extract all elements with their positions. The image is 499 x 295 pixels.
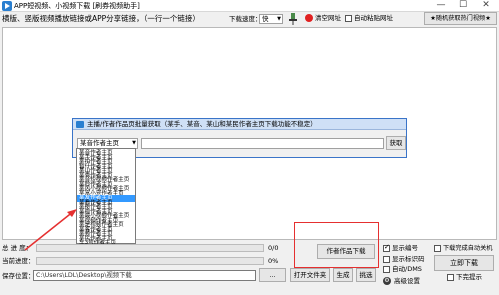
generate-button[interactable]: 生成 — [333, 268, 353, 282]
current-progress-value: 0% — [268, 257, 279, 265]
advanced-settings-link[interactable]: ⚙ 高级设置 — [383, 276, 433, 286]
minimize-button[interactable]: — — [430, 0, 452, 12]
author-platform-value: 某音作者主页 — [80, 139, 119, 147]
show-number-checkbox[interactable] — [383, 243, 390, 252]
author-url-input[interactable] — [141, 138, 384, 149]
browse-button[interactable]: … — [259, 268, 286, 282]
title-bar: APP短视频、小视频下载 [刷券视频助手] — ☐ ✕ — [0, 0, 499, 12]
gear-icon: ⚙ — [383, 277, 391, 285]
clear-label: 清空网址 — [315, 14, 341, 22]
auto-mp4-checkbox[interactable] — [383, 266, 390, 273]
speed-value: 快 — [262, 15, 269, 23]
current-progress-bar — [36, 257, 264, 265]
close-button[interactable]: ✕ — [475, 0, 497, 12]
works-download-button[interactable]: 作者作品下载 — [317, 244, 375, 259]
total-progress-bar — [36, 244, 264, 252]
auto-paste-checkbox[interactable] — [345, 15, 352, 22]
speed-select[interactable]: 快 ▼ — [259, 14, 283, 24]
dialog-title: 主播/作者作品页批量获取（某手、某音、某山和某民作者主页下载功能不稳定） — [87, 120, 317, 128]
show-number-label: 显示编号 — [392, 244, 418, 252]
save-path-input[interactable]: C:\Users\LDL\Desktop\视频下载 — [33, 270, 256, 281]
clear-links-button[interactable]: 清空网址 — [305, 13, 341, 24]
app-icon — [2, 1, 12, 11]
finish-hint-label: 下完提示 — [456, 273, 482, 281]
finish-hint-checkbox[interactable] — [447, 274, 454, 281]
dialog-icon — [76, 121, 84, 128]
chevron-down-icon: ▼ — [132, 140, 136, 146]
total-progress-value: 0/0 — [268, 244, 279, 252]
speed-label: 下载速度： — [229, 15, 262, 23]
author-platform-dropdown[interactable]: 某音作者主页 某手作者主页 某拍作者主页 暂什作者主页 某山作者主页 某秀作者主页 某音短视… — [76, 148, 136, 246]
maximize-button[interactable]: ☐ — [452, 0, 474, 12]
auto-paste-label: 自动粘贴网址 — [354, 14, 393, 22]
auto-mp4-label: 自动/DMS — [392, 265, 422, 273]
window-title: APP短视频、小视频下载 [刷券视频助手] — [14, 2, 140, 10]
dialog-title-bar: 主播/作者作品页批量获取（某手、某音、某山和某民作者主页下载功能不稳定） — [73, 119, 406, 130]
pick-button[interactable]: 挑选 — [356, 268, 376, 282]
total-progress-label: 总 进 度： — [2, 244, 33, 252]
open-folder-button[interactable]: 打开文件夹 — [290, 268, 330, 282]
chevron-down-icon: ▼ — [277, 16, 281, 22]
download-now-button[interactable]: 立即下载 — [434, 255, 494, 271]
show-watermark-label: 显示标识码 — [392, 255, 425, 263]
fetch-button[interactable]: 获取 — [386, 136, 406, 150]
pin-icon[interactable] — [287, 12, 299, 26]
auto-shutdown-label: 下载完成自动关机 — [443, 245, 493, 252]
advanced-settings-label: 高级设置 — [394, 277, 420, 285]
random-hot-video-button[interactable]: ★随机获取热门视频★ — [424, 12, 497, 25]
auto-shutdown-checkbox[interactable] — [434, 245, 441, 252]
save-location-label: 保存位置： — [2, 272, 35, 280]
link-input-hint: 横版、竖版视频播放链接或APP分享链接，（一行一个链接） — [2, 14, 200, 23]
show-watermark-checkbox[interactable] — [383, 256, 390, 263]
clear-icon — [305, 14, 313, 22]
current-progress-label: 当前进度： — [2, 257, 35, 265]
